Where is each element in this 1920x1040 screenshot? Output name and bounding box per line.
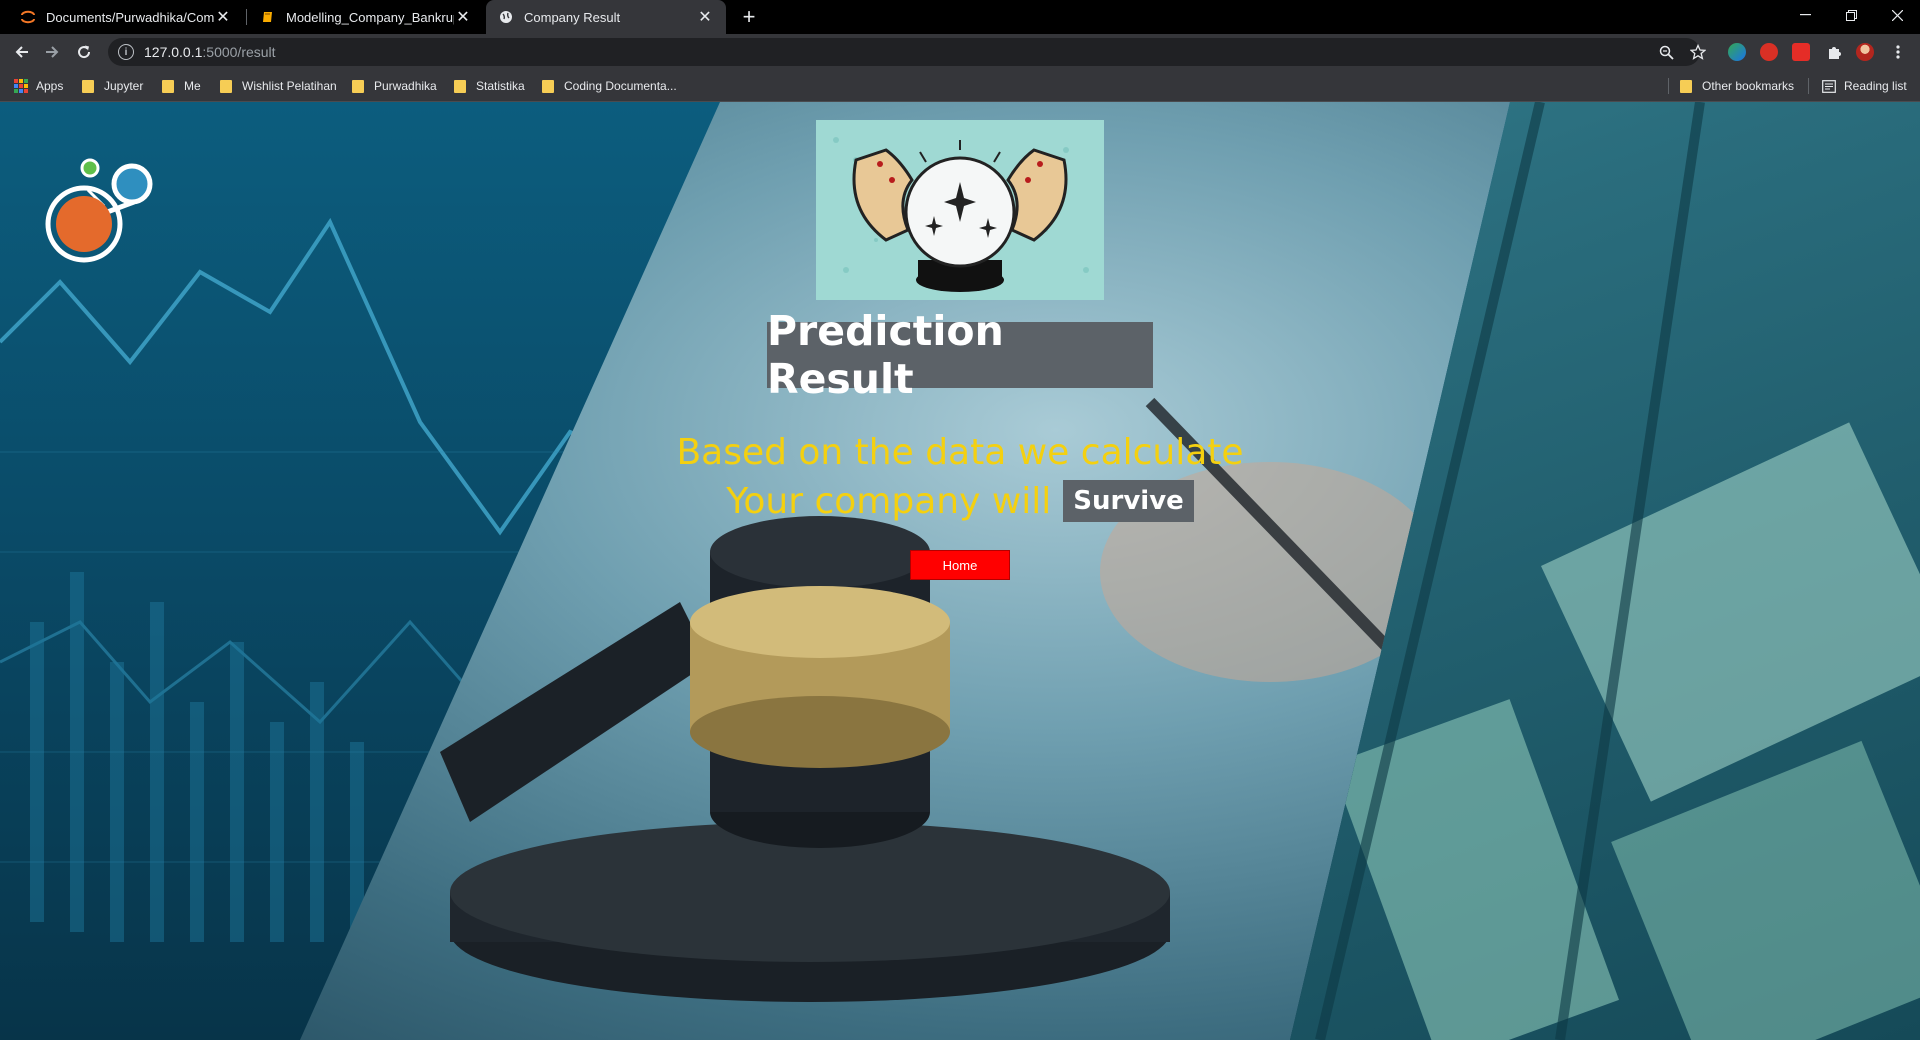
folder-icon	[352, 79, 364, 93]
extension-green-icon[interactable]	[1728, 43, 1746, 61]
home-button[interactable]: Home	[910, 550, 1010, 580]
app-logo	[38, 140, 164, 271]
bookmarks-divider	[1808, 78, 1809, 94]
close-tab-icon[interactable]: ✕	[454, 8, 472, 26]
extension-red-icon[interactable]	[1760, 43, 1778, 61]
result-message-prefix: Your company will	[726, 480, 1052, 522]
reload-icon[interactable]	[70, 38, 98, 66]
tab-title: Company Result	[524, 9, 621, 25]
bookmark-wishlist-pelatihan[interactable]: Wishlist Pelatihan	[220, 70, 337, 102]
new-tab-button[interactable]: +	[736, 4, 762, 30]
folder-icon	[82, 79, 94, 93]
zoom-icon[interactable]	[1652, 38, 1680, 66]
folder-icon	[454, 79, 466, 93]
notebook-icon	[260, 9, 276, 25]
bookmark-star-icon[interactable]	[1684, 38, 1712, 66]
tab-jupyter[interactable]: Documents/Purwadhika/Compar ✕	[8, 0, 244, 34]
folder-icon	[1680, 79, 1692, 93]
bookmarks-divider	[1668, 78, 1669, 94]
bookmark-label: Coding Documenta...	[564, 79, 677, 93]
url-path: :5000/result	[202, 44, 276, 60]
forward-icon[interactable]	[38, 38, 66, 66]
tab-strip: Documents/Purwadhika/Compar ✕ Modelling_…	[0, 0, 1920, 34]
bookmark-label: Me	[184, 79, 201, 93]
globe-icon	[498, 9, 514, 25]
profile-avatar[interactable]	[1856, 43, 1874, 61]
result-message-line2: Your company will Survive	[560, 480, 1360, 522]
close-tab-icon[interactable]: ✕	[696, 8, 714, 26]
tab-title: Modelling_Company_Bankruptcy	[286, 9, 454, 25]
result-message-line1: Based on the data we calculate	[676, 432, 1244, 473]
prediction-verdict-badge: Survive	[1063, 480, 1194, 522]
bookmark-label: Apps	[36, 79, 64, 93]
bookmark-purwadhika[interactable]: Purwadhika	[352, 70, 437, 102]
site-info-icon[interactable]: i	[118, 44, 134, 60]
tab-divider	[246, 9, 247, 25]
tab-modelling[interactable]: Modelling_Company_Bankruptcy ✕	[248, 0, 484, 34]
browser-toolbar: i 127.0.0.1:5000/result	[0, 34, 1920, 70]
close-window-icon[interactable]	[1874, 0, 1920, 30]
bookmark-label: Wishlist Pelatihan	[242, 79, 337, 93]
page-title: Prediction Result	[767, 307, 1153, 403]
restore-icon[interactable]	[1828, 0, 1874, 30]
tab-title: Documents/Purwadhika/Compar	[46, 9, 214, 25]
folder-icon	[162, 79, 174, 93]
folder-icon	[542, 79, 554, 93]
bookmark-label: Jupyter	[104, 79, 144, 93]
reading-list[interactable]: Reading list	[1822, 70, 1907, 102]
tab-company-result[interactable]: Company Result ✕	[486, 0, 726, 34]
bookmark-label: Statistika	[476, 79, 525, 93]
reading-list-label: Reading list	[1844, 79, 1907, 93]
result-page: Prediction Result Based on the data we c…	[0, 102, 1920, 1040]
menu-kebab-icon[interactable]	[1884, 38, 1912, 66]
reading-list-icon	[1822, 79, 1836, 93]
bookmark-label: Purwadhika	[374, 79, 437, 93]
bookmark-jupyter[interactable]: Jupyter	[82, 70, 143, 102]
jupyter-icon	[20, 9, 36, 25]
bookmark-coding-documenta[interactable]: Coding Documenta...	[542, 70, 677, 102]
url-host: 127.0.0.1	[144, 44, 203, 60]
folder-icon	[220, 79, 232, 93]
apps-grid-icon	[14, 79, 28, 93]
crystal-ball-illustration	[816, 120, 1104, 300]
bookmark-me[interactable]: Me	[162, 70, 201, 102]
close-tab-icon[interactable]: ✕	[214, 8, 232, 26]
minimize-icon[interactable]	[1782, 0, 1828, 30]
other-bookmarks[interactable]: Other bookmarks	[1680, 70, 1794, 102]
extension-video-icon[interactable]	[1792, 43, 1810, 61]
back-icon[interactable]	[8, 38, 36, 66]
other-bookmarks-label: Other bookmarks	[1702, 79, 1795, 93]
bookmark-apps[interactable]: Apps	[14, 70, 63, 102]
extensions-puzzle-icon[interactable]	[1820, 38, 1848, 66]
bookmarks-bar: Apps Jupyter Me Wishlist Pelatihan Purwa…	[0, 70, 1920, 102]
address-bar[interactable]: i 127.0.0.1:5000/result	[108, 38, 1700, 66]
bookmark-statistika[interactable]: Statistika	[454, 70, 525, 102]
